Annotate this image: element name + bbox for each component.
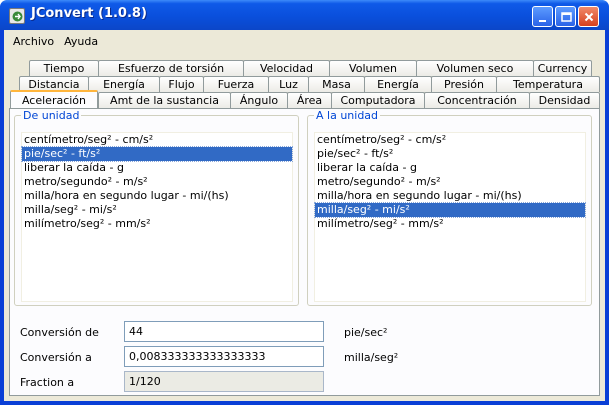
list-item[interactable]: pie/sec² - ft/s²: [315, 147, 585, 161]
window-client: Archivo Ayuda Tiempo Esfuerzo de torsión…: [4, 30, 605, 401]
list-item[interactable]: milla/hora en segundo lugar - mi/(hs): [22, 189, 292, 203]
minimize-icon: [539, 20, 546, 22]
fraction-output: [124, 371, 324, 392]
to-unit-title: A la unidad: [314, 109, 381, 122]
tab-densidad[interactable]: Densidad: [529, 92, 600, 108]
tab-energia-2[interactable]: Energía: [364, 76, 432, 92]
tab-volumen[interactable]: Volumen: [329, 60, 417, 76]
list-item[interactable]: metro/segundo² - m/s²: [22, 175, 292, 189]
window-title: JConvert (1.0.8): [31, 6, 147, 21]
menu-ayuda[interactable]: Ayuda: [59, 35, 103, 48]
app-window: JConvert (1.0.8) Archivo Ayuda Tiempo Es…: [0, 0, 609, 405]
menu-archivo[interactable]: Archivo: [8, 35, 59, 48]
close-icon: [584, 12, 594, 22]
from-unit-group: De unidad centímetro/seg² - cm/s² pie/se…: [14, 109, 299, 306]
from-unit-list[interactable]: centímetro/seg² - cm/s² pie/sec² - ft/s²…: [21, 132, 293, 302]
list-item[interactable]: milla/seg² - mi/s²: [22, 203, 292, 217]
app-logo-icon: [9, 8, 25, 24]
tab-presion[interactable]: Presión: [431, 76, 497, 92]
list-item[interactable]: milla/seg² - mi/s²: [314, 202, 586, 218]
list-item[interactable]: centímetro/seg² - cm/s²: [22, 133, 292, 147]
title-bar[interactable]: JConvert (1.0.8): [0, 0, 609, 30]
maximize-icon: [561, 12, 572, 22]
tab-esfuerzo-de-torsion[interactable]: Esfuerzo de torsión: [98, 60, 244, 76]
conversion-from-unit: pie/sec²: [344, 326, 388, 339]
list-item[interactable]: liberar la caída - g: [315, 161, 585, 175]
fraction-label: Fraction a: [20, 376, 75, 389]
list-item[interactable]: milímetro/seg² - mm/s²: [22, 217, 292, 231]
tab-angulo[interactable]: Ángulo: [230, 92, 288, 108]
conversion-from-input[interactable]: [124, 321, 324, 342]
minimize-button[interactable]: [532, 6, 553, 27]
tab-flujo[interactable]: Flujo: [159, 76, 204, 92]
maximize-button[interactable]: [555, 6, 576, 27]
conversion-to-unit: milla/seg²: [344, 351, 399, 364]
list-item[interactable]: liberar la caída - g: [22, 161, 292, 175]
tab-volumen-seco[interactable]: Volumen seco: [416, 60, 534, 76]
tab-panel-aceleracion: De unidad centímetro/seg² - cm/s² pie/se…: [9, 108, 600, 396]
tab-computadora[interactable]: Computadora: [331, 92, 425, 108]
list-item[interactable]: milímetro/seg² - mm/s²: [315, 217, 585, 231]
tab-temperatura[interactable]: Temperatura: [496, 76, 600, 92]
conversion-to-label: Conversión a: [20, 351, 92, 364]
list-item[interactable]: metro/segundo² - m/s²: [315, 175, 585, 189]
tab-energia[interactable]: Energía: [88, 76, 160, 92]
list-item[interactable]: milla/hora en segundo lugar - mi/(hs): [315, 189, 585, 203]
tab-tiempo[interactable]: Tiempo: [29, 60, 99, 76]
to-unit-group: A la unidad centímetro/seg² - cm/s² pie/…: [307, 109, 592, 306]
tab-masa[interactable]: Masa: [308, 76, 365, 92]
tab-aceleracion[interactable]: Aceleración: [10, 90, 98, 109]
tab-area[interactable]: Área: [287, 92, 332, 108]
to-unit-list[interactable]: centímetro/seg² - cm/s² pie/sec² - ft/s²…: [314, 132, 586, 302]
tab-fuerza[interactable]: Fuerza: [203, 76, 269, 92]
conversion-from-label: Conversión de: [20, 326, 99, 339]
from-unit-title: De unidad: [21, 109, 82, 122]
tab-currency[interactable]: Currency: [533, 60, 592, 76]
menu-bar: Archivo Ayuda: [4, 30, 605, 52]
close-button[interactable]: [578, 6, 599, 27]
list-item[interactable]: pie/sec² - ft/s²: [21, 146, 293, 162]
tab-luz[interactable]: Luz: [268, 76, 309, 92]
conversion-to-input[interactable]: [124, 346, 324, 367]
tab-amt-de-la-sustancia[interactable]: Amt de la sustancia: [98, 92, 231, 108]
tab-velocidad[interactable]: Velocidad: [243, 60, 330, 76]
list-item[interactable]: centímetro/seg² - cm/s²: [315, 133, 585, 147]
tab-concentracion[interactable]: Concentración: [424, 92, 530, 108]
